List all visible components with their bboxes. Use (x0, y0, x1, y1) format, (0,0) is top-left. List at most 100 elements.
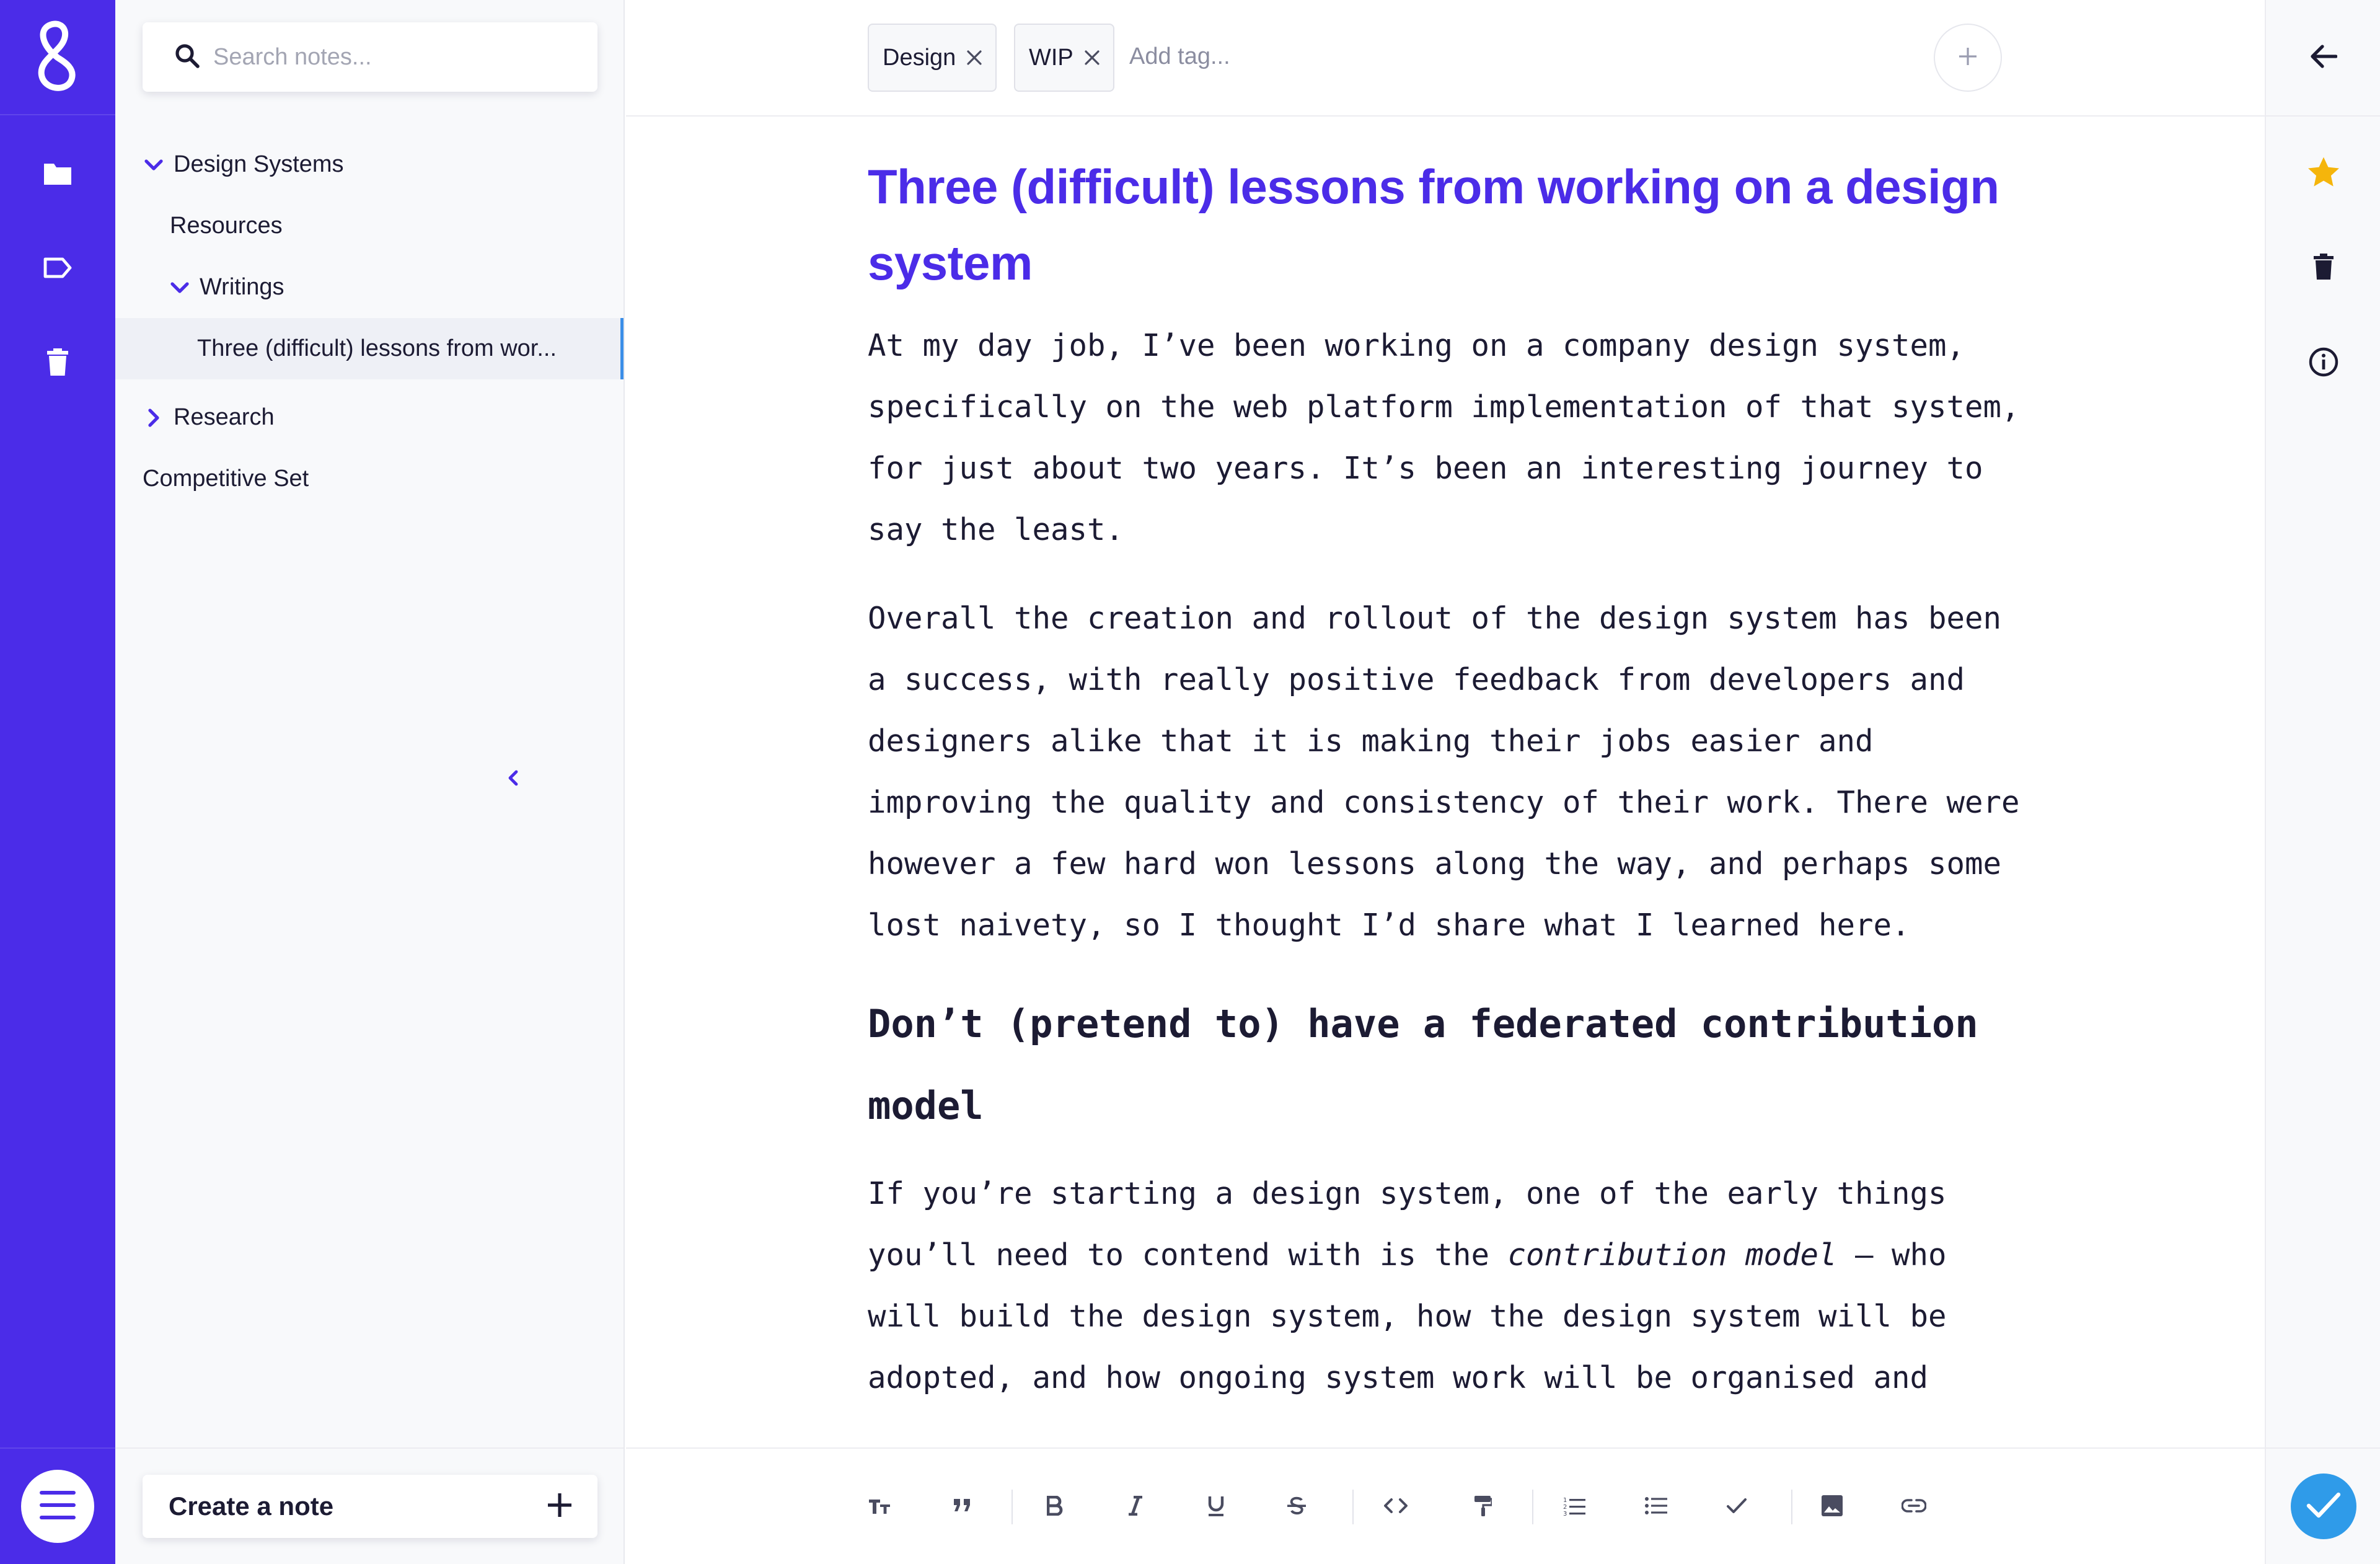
info-icon (2309, 347, 2338, 380)
bullet-list-button[interactable] (1639, 1490, 1673, 1524)
bullet-list-icon (1645, 1496, 1667, 1518)
save-note-button[interactable] (2291, 1473, 2356, 1539)
quote-icon (953, 1498, 971, 1517)
tree-item-label: Design Systems (174, 151, 344, 177)
chevron-down-icon[interactable] (167, 281, 192, 294)
tag-label: Design (883, 44, 956, 71)
tag-chip-wip[interactable]: WIP (1014, 24, 1114, 92)
trash-icon (2314, 253, 2334, 283)
back-button[interactable] (2266, 0, 2380, 117)
format-paint-icon (1473, 1495, 1493, 1520)
paragraph[interactable]: If you’re starting a design system, one … (868, 1163, 2033, 1408)
code-icon (1384, 1498, 1408, 1517)
add-tag-input[interactable] (1129, 43, 1377, 70)
underline-icon (1207, 1495, 1225, 1519)
folder-tree: Design Systems Resources Writings Three … (115, 134, 624, 510)
app-rail (0, 0, 115, 1564)
folders-nav-button[interactable] (0, 131, 115, 218)
tree-folder-resources[interactable]: Resources (115, 195, 624, 257)
tags-nav-button[interactable] (0, 226, 115, 312)
tree-folder-research[interactable]: Research (115, 387, 624, 448)
italic-icon (1127, 1495, 1144, 1519)
plus-icon (548, 1493, 571, 1520)
tree-folder-design-systems[interactable]: Design Systems (115, 134, 624, 195)
note-title[interactable]: Three (difficult) lessons from working o… (868, 149, 2033, 301)
collapse-sidebar-button[interactable] (501, 767, 526, 792)
code-button[interactable] (1378, 1490, 1413, 1524)
close-icon[interactable] (1085, 50, 1100, 65)
bold-button[interactable] (1038, 1490, 1072, 1524)
ordered-list-button[interactable]: 123 (1557, 1490, 1592, 1524)
app-logo-icon[interactable] (0, 0, 115, 115)
back-arrow-icon (2310, 44, 2338, 71)
section-heading[interactable]: Don’t (pretend to) have a federated cont… (868, 983, 2033, 1147)
strikethrough-icon (1287, 1496, 1306, 1519)
image-button[interactable] (1815, 1490, 1849, 1524)
main-menu-button[interactable] (21, 1470, 94, 1543)
tree-item-label: Three (difficult) lessons from wor... (197, 335, 557, 361)
note-info-button[interactable] (2266, 326, 2380, 400)
trash-icon (47, 348, 68, 379)
link-button[interactable] (1897, 1490, 1931, 1524)
emphasis-text: contribution model (1507, 1237, 1837, 1273)
favorite-button[interactable] (2266, 136, 2380, 211)
tree-item-label: Research (174, 404, 275, 430)
strikethrough-button[interactable] (1279, 1490, 1314, 1524)
tag-label: WIP (1029, 44, 1073, 71)
quote-button[interactable] (945, 1490, 979, 1524)
toolbar-divider (1791, 1490, 1792, 1524)
star-icon (2306, 156, 2341, 192)
paragraph[interactable]: At my day job, I’ve been working on a co… (868, 315, 2033, 560)
save-area (2266, 1447, 2380, 1564)
add-tag-button[interactable] (1934, 24, 2002, 92)
toolbar-divider (1352, 1490, 1354, 1524)
text-size-icon (868, 1496, 892, 1519)
create-note-label: Create a note (169, 1491, 334, 1521)
tree-item-label: Resources (170, 213, 283, 239)
underline-button[interactable] (1199, 1490, 1233, 1524)
text-size-button[interactable] (863, 1490, 897, 1524)
create-note-button[interactable]: Create a note (143, 1475, 597, 1538)
note-editor: Design WIP Three (difficult) lessons fro… (626, 0, 2265, 1564)
folder-icon (43, 161, 73, 189)
search-icon (175, 43, 200, 71)
checklist-button[interactable] (1719, 1490, 1754, 1524)
close-icon[interactable] (967, 50, 982, 65)
note-actions-rail (2265, 0, 2380, 1564)
format-paint-button[interactable] (1465, 1490, 1500, 1524)
formatting-toolbar: 123 (626, 1447, 2265, 1564)
sidebar-footer: Create a note (115, 1447, 624, 1564)
plus-icon (1959, 47, 1977, 68)
paragraph[interactable]: Overall the creation and rollout of the … (868, 588, 2033, 956)
chevron-right-icon[interactable] (141, 408, 166, 427)
tree-item-label: Competitive Set (143, 466, 309, 492)
link-icon (1901, 1498, 1927, 1516)
hamburger-menu-icon (40, 1490, 76, 1522)
notes-sidebar: Design Systems Resources Writings Three … (115, 0, 625, 1564)
tree-note-three-lessons[interactable]: Three (difficult) lessons from wor... (115, 318, 624, 379)
chevron-down-icon[interactable] (141, 159, 166, 171)
search-box[interactable] (143, 22, 597, 92)
save-check-icon (2306, 1492, 2341, 1521)
tree-folder-competitive-set[interactable]: Competitive Set (115, 448, 624, 510)
note-content[interactable]: Three (difficult) lessons from working o… (868, 149, 2033, 1436)
ordered-list-icon: 123 (1563, 1496, 1585, 1519)
svg-text:2: 2 (1563, 1504, 1567, 1511)
italic-button[interactable] (1118, 1490, 1153, 1524)
checklist-icon (1726, 1498, 1747, 1517)
tree-folder-writings[interactable]: Writings (115, 257, 624, 318)
image-icon (1822, 1495, 1843, 1519)
tag-icon (43, 257, 73, 282)
chevron-left-icon (508, 770, 519, 789)
svg-text:1: 1 (1563, 1497, 1567, 1504)
tree-item-label: Writings (200, 274, 284, 300)
tag-bar: Design WIP (626, 0, 2265, 117)
toolbar-divider (1011, 1490, 1013, 1524)
trash-nav-button[interactable] (0, 320, 115, 407)
toolbar-divider (1532, 1490, 1533, 1524)
search-input[interactable] (213, 43, 585, 71)
rail-footer (0, 1447, 115, 1564)
tag-chip-design[interactable]: Design (868, 24, 997, 92)
bold-icon (1046, 1495, 1063, 1519)
delete-note-button[interactable] (2266, 231, 2380, 305)
